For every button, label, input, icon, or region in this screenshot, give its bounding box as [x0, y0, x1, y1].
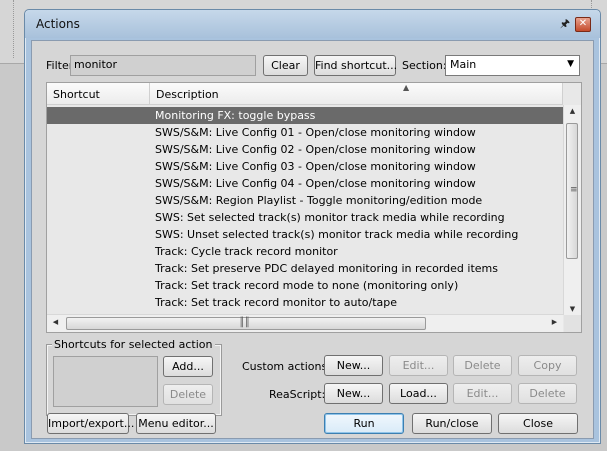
list-item[interactable]: SWS/S&M: Live Config 02 - Open/close mon…	[47, 141, 563, 158]
menu-editor-button[interactable]: Menu editor...	[136, 413, 216, 434]
section-select[interactable]: Main ▼	[445, 55, 580, 76]
list-item[interactable]: SWS/S&M: Live Config 03 - Open/close mon…	[47, 158, 563, 175]
custom-new-button[interactable]: New...	[324, 355, 383, 376]
run-button[interactable]: Run	[324, 413, 404, 434]
list-item[interactable]: Track: Cycle track record monitor	[47, 243, 563, 260]
scroll-down-icon[interactable]: ▼	[564, 305, 581, 313]
custom-actions-label: Custom actions:	[242, 360, 331, 373]
find-shortcut-button[interactable]: Find shortcut...	[314, 55, 397, 76]
list-rows: Monitoring FX: toggle bypass SWS/S&M: Li…	[47, 107, 563, 311]
column-header-shortcut[interactable]: Shortcut	[47, 83, 150, 105]
custom-copy-button[interactable]: Copy	[518, 355, 577, 376]
dialog-body: Filter: monitor Clear Find shortcut... S…	[31, 40, 594, 439]
list-item[interactable]: SWS: Set selected track(s) monitor track…	[47, 209, 563, 226]
close-button[interactable]: Close	[498, 413, 578, 434]
column-header-description[interactable]: Description	[150, 83, 563, 105]
pin-icon[interactable]: 🖈	[559, 17, 571, 31]
grip-icon: ║║	[239, 318, 250, 328]
import-export-button[interactable]: Import/export...	[47, 413, 134, 434]
list-item[interactable]: Track: Set track record monitor to auto/…	[47, 294, 563, 311]
reascript-delete-button[interactable]: Delete	[518, 383, 577, 404]
list-item[interactable]: Monitoring FX: toggle bypass	[47, 107, 563, 124]
list-item[interactable]: Track: Set track record mode to none (mo…	[47, 277, 563, 294]
section-value: Main	[450, 58, 477, 71]
list-item[interactable]: SWS/S&M: Region Playlist - Toggle monito…	[47, 192, 563, 209]
chevron-down-icon[interactable]: ▼	[567, 59, 574, 69]
reascript-new-button[interactable]: New...	[324, 383, 383, 404]
add-shortcut-button[interactable]: Add...	[163, 356, 213, 377]
sort-ascending-icon: ▲	[403, 83, 410, 92]
scroll-up-icon[interactable]: ▲	[564, 107, 581, 115]
grid-line	[13, 0, 14, 58]
reascript-load-button[interactable]: Load...	[389, 383, 448, 404]
actions-list[interactable]: Shortcut Description ▲ Monitoring FX: to…	[46, 82, 582, 333]
list-item[interactable]: SWS: Unset selected track(s) monitor tra…	[47, 226, 563, 243]
filter-input[interactable]: monitor	[70, 55, 256, 76]
close-icon[interactable]: ✕	[575, 17, 591, 32]
reascript-label: ReaScript:	[269, 388, 326, 401]
actions-window: Actions 🖈 ✕ Filter: monitor Clear Find s…	[24, 9, 601, 444]
vertical-scroll-thumb[interactable]: ≡	[566, 123, 578, 259]
list-item[interactable]: SWS/S&M: Live Config 04 - Open/close mon…	[47, 175, 563, 192]
list-item[interactable]: Track: Set preserve PDC delayed monitori…	[47, 260, 563, 277]
scroll-left-icon[interactable]: ◀	[47, 318, 64, 326]
scroll-right-icon[interactable]: ▶	[546, 318, 563, 326]
clear-button[interactable]: Clear	[263, 55, 308, 76]
run-close-button[interactable]: Run/close	[412, 413, 492, 434]
horizontal-scrollbar[interactable]: ◀ ║║ ▶	[47, 314, 563, 332]
scrollbar-corner	[564, 315, 581, 332]
window-title: Actions	[36, 17, 80, 31]
custom-delete-button[interactable]: Delete	[453, 355, 512, 376]
grip-icon: ≡	[570, 185, 578, 195]
custom-edit-button[interactable]: Edit...	[389, 355, 448, 376]
shortcuts-group-legend: Shortcuts for selected action	[52, 338, 215, 351]
vertical-scrollbar[interactable]: ▲ ≡ ▼	[563, 105, 581, 315]
shortcuts-list[interactable]	[53, 356, 158, 407]
section-label: Section:	[402, 59, 447, 72]
delete-shortcut-button[interactable]: Delete	[163, 384, 213, 405]
horizontal-scroll-thumb[interactable]: ║║	[66, 317, 426, 330]
title-bar[interactable]: Actions 🖈 ✕	[25, 10, 600, 38]
list-item[interactable]: SWS/S&M: Live Config 01 - Open/close mon…	[47, 124, 563, 141]
reascript-edit-button[interactable]: Edit...	[453, 383, 512, 404]
